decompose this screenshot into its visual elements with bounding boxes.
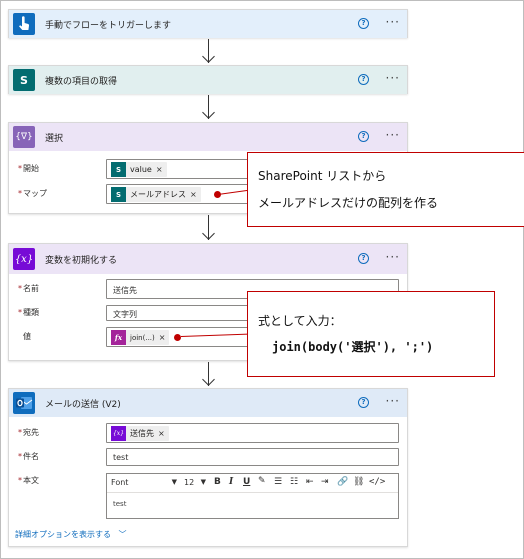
editor-toolbar: Font ▼ 12 ▼ B I U ✎ ☰ ☷ ⇤ ⇥ 🔗 ⛓ </> (107, 474, 398, 492)
link-icon[interactable]: 🔗 (337, 477, 348, 487)
subject-row: *件名 test (9, 448, 409, 466)
sharepoint-icon: S (111, 162, 126, 177)
trigger-title: 手動でフローをトリガーします (45, 20, 172, 31)
dynamic-content-token[interactable]: S value × (111, 162, 167, 177)
chevron-down-icon: ﹀ (118, 530, 127, 539)
field-label: *開始 (18, 164, 39, 173)
init-variable-title: 変数を初期化する (45, 255, 118, 266)
send-mail-title: メールの送信 (V2) (45, 399, 121, 410)
variable-token[interactable]: {x} 送信先 × (111, 426, 169, 441)
variable-icon: {x} (111, 426, 126, 441)
send-mail-card-header[interactable]: メールの送信 (V2) ? ··· (9, 389, 407, 417)
flow-canvas: 手動でフローをトリガーします ? ··· S 複数の項目の取得 ? ··· {∇… (0, 0, 524, 559)
field-label: 値 (23, 332, 31, 341)
field-label: *種類 (18, 308, 39, 317)
field-label: *名前 (18, 284, 39, 293)
dynamic-content-token[interactable]: S メールアドレス × (111, 187, 201, 202)
more-options-icon[interactable]: ··· (386, 129, 400, 141)
underline-icon[interactable]: U (243, 477, 250, 487)
rich-text-editor[interactable]: Font ▼ 12 ▼ B I U ✎ ☰ ☷ ⇤ ⇥ 🔗 ⛓ </> test (106, 473, 399, 519)
decrease-indent-icon[interactable]: ⇤ (306, 477, 314, 487)
increase-indent-icon[interactable]: ⇥ (321, 477, 329, 487)
field-label: *マップ (18, 189, 47, 198)
help-icon[interactable]: ? (358, 253, 369, 264)
sharepoint-icon: S (111, 187, 126, 202)
touch-icon (13, 13, 35, 35)
flow-arrow (202, 95, 215, 121)
remove-token-icon[interactable]: × (156, 165, 163, 174)
unlink-icon[interactable]: ⛓ (353, 477, 364, 487)
remove-token-icon[interactable]: × (159, 333, 166, 342)
help-icon[interactable]: ? (358, 131, 369, 142)
sharepoint-icon: S (13, 69, 35, 91)
code-view-icon[interactable]: </> (369, 477, 385, 487)
flow-arrow (202, 362, 215, 388)
font-select[interactable]: Font ▼ (111, 478, 177, 487)
init-variable-card-header[interactable]: {x} 変数を初期化する ? ··· (9, 244, 407, 274)
trigger-card[interactable]: 手動でフローをトリガーします ? ··· (8, 9, 408, 38)
select-card-header[interactable]: {∇} 選択 ? ··· (9, 123, 407, 151)
bold-icon[interactable]: B (214, 477, 221, 487)
show-advanced-options-link[interactable]: 詳細オプションを表示する ﹀ (15, 529, 127, 540)
get-items-title: 複数の項目の取得 (45, 76, 118, 87)
select-title: 選択 (45, 133, 64, 144)
remove-token-icon[interactable]: × (158, 429, 165, 438)
flow-arrow (202, 39, 215, 65)
numbered-list-icon[interactable]: ☷ (290, 477, 298, 487)
annotation-line: 式として入力： (258, 314, 342, 328)
annotation-code: join(body('選択'), ';') (272, 340, 434, 354)
font-size-select[interactable]: 12 ▼ (184, 478, 206, 487)
to-row: *宛先 {x} 送信先 × (9, 423, 409, 443)
more-options-icon[interactable]: ··· (386, 251, 400, 263)
chevron-down-icon: ▼ (171, 478, 177, 486)
field-label: *件名 (18, 452, 39, 461)
flow-arrow (202, 215, 215, 242)
function-icon: fx (111, 330, 126, 345)
outlook-icon (13, 392, 35, 414)
trigger-card-header[interactable]: 手動でフローをトリガーします ? ··· (9, 10, 407, 38)
more-options-icon[interactable]: ··· (386, 395, 400, 407)
subject-input[interactable]: test (106, 448, 399, 466)
more-options-icon[interactable]: ··· (386, 16, 400, 28)
help-icon[interactable]: ? (358, 397, 369, 408)
expression-token[interactable]: fx join(...) × (111, 330, 170, 345)
chevron-down-icon: ▼ (200, 478, 206, 486)
select-operation-icon: {∇} (13, 126, 35, 148)
more-options-icon[interactable]: ··· (386, 72, 400, 84)
select-annotation-callout: SharePoint リストから メールアドレスだけの配列を作る (247, 152, 524, 227)
annotation-line: SharePoint リストから (258, 169, 387, 183)
send-mail-card[interactable]: メールの送信 (V2) ? ··· *宛先 {x} 送信先 × *件名 test… (8, 388, 408, 547)
remove-token-icon[interactable]: × (190, 190, 197, 199)
help-icon[interactable]: ? (358, 18, 369, 29)
text-color-icon[interactable]: ✎ (258, 476, 266, 486)
help-icon[interactable]: ? (358, 74, 369, 85)
body-row: *本文 Font ▼ 12 ▼ B I U ✎ ☰ ☷ ⇤ ⇥ 🔗 ⛓ </> … (9, 473, 409, 537)
init-annotation-callout: 式として入力： join(body('選択'), ';') (247, 291, 495, 377)
toolbar-divider (107, 492, 398, 493)
get-items-card-header[interactable]: S 複数の項目の取得 ? ··· (9, 66, 407, 94)
annotation-marker (174, 334, 181, 341)
bulleted-list-icon[interactable]: ☰ (274, 477, 282, 487)
annotation-line: メールアドレスだけの配列を作る (258, 196, 439, 210)
get-items-card[interactable]: S 複数の項目の取得 ? ··· (8, 65, 408, 94)
field-label: *宛先 (18, 428, 39, 437)
to-field[interactable]: {x} 送信先 × (106, 423, 399, 443)
variable-icon: {x} (13, 248, 35, 270)
italic-icon[interactable]: I (229, 477, 233, 487)
annotation-marker (214, 191, 221, 198)
field-label: *本文 (18, 476, 39, 485)
body-text: test (113, 500, 127, 508)
